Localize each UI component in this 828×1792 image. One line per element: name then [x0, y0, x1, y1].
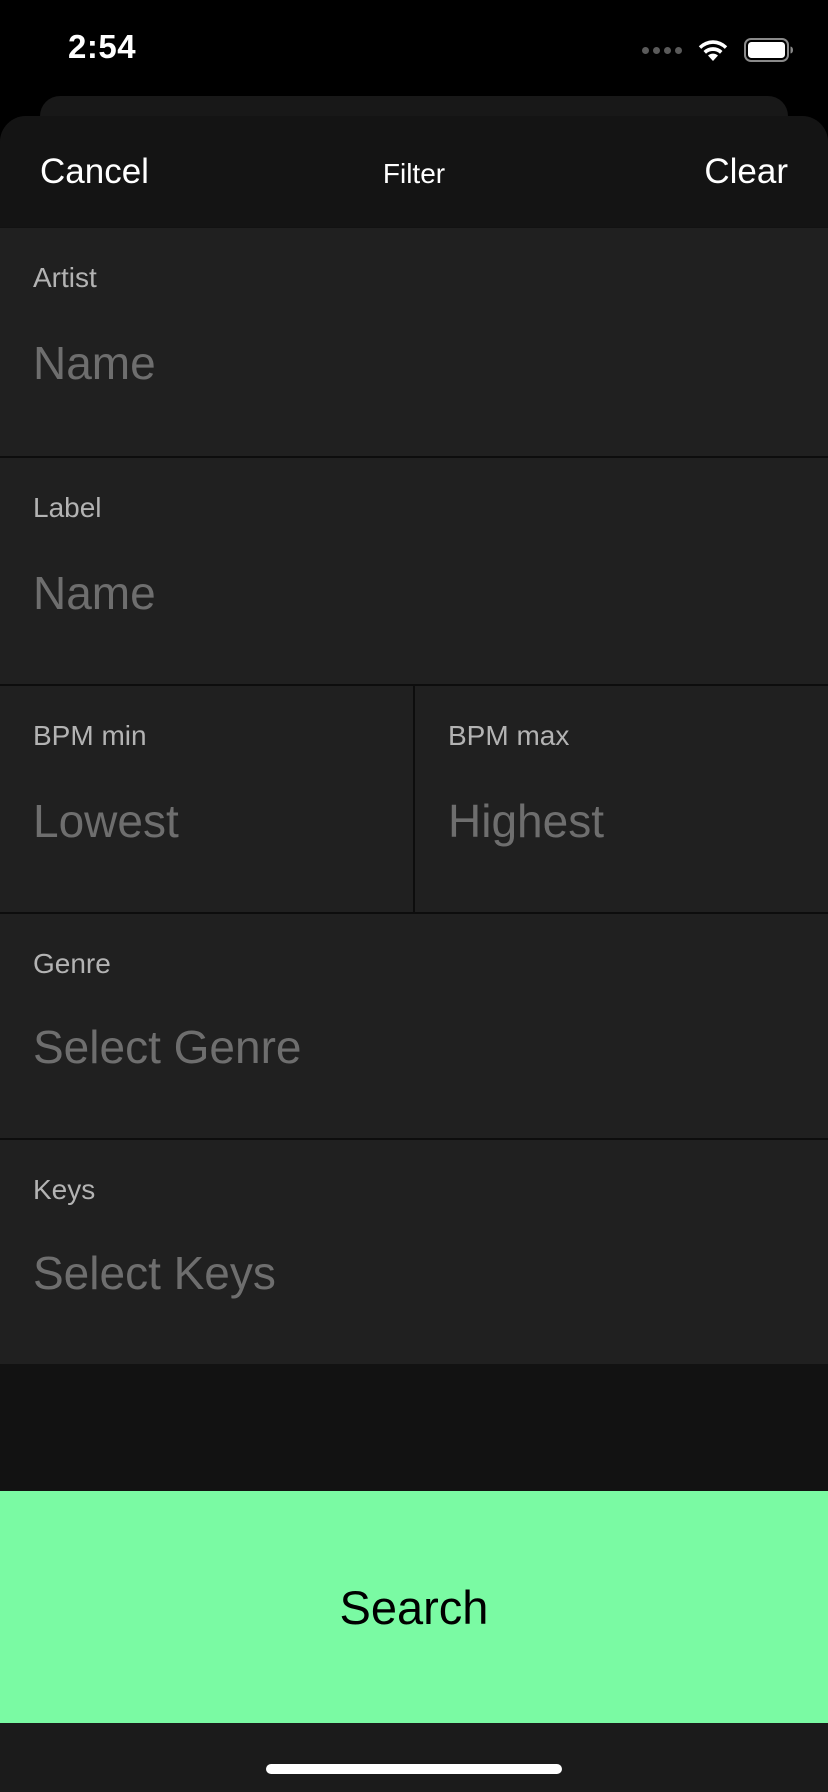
search-button[interactable]: Search — [0, 1491, 828, 1723]
label-field: Label — [0, 458, 828, 684]
genre-field[interactable]: Genre Select Genre — [0, 914, 828, 1138]
artist-label: Artist — [33, 262, 97, 293]
keys-field[interactable]: Keys Select Keys — [0, 1140, 828, 1364]
artist-input[interactable] — [33, 336, 795, 390]
keys-select[interactable]: Select Keys — [33, 1246, 276, 1300]
status-icons — [642, 36, 794, 64]
artist-field: Artist — [0, 228, 828, 456]
wifi-icon — [698, 40, 728, 61]
keys-label: Keys — [33, 1174, 96, 1205]
bpm-max-field: BPM max — [415, 686, 828, 912]
bpm-min-field: BPM min — [0, 686, 413, 912]
bpm-max-input[interactable] — [448, 794, 795, 848]
bpm-max-label: BPM max — [448, 720, 570, 751]
status-bar: 2:54 — [0, 0, 828, 100]
bottom-safe-area — [0, 1723, 828, 1792]
bpm-min-label: BPM min — [33, 720, 147, 751]
genre-select[interactable]: Select Genre — [33, 1020, 301, 1074]
clear-button[interactable]: Clear — [704, 152, 788, 192]
bpm-min-input[interactable] — [33, 794, 380, 848]
genre-label: Genre — [33, 948, 111, 979]
label-label: Label — [33, 492, 102, 523]
home-indicator — [266, 1764, 562, 1774]
status-time: 2:54 — [68, 28, 137, 65]
nav-bar: Cancel Filter Clear — [0, 116, 828, 227]
battery-icon — [744, 38, 793, 62]
label-input[interactable] — [33, 566, 795, 620]
signal-icon — [642, 46, 682, 54]
